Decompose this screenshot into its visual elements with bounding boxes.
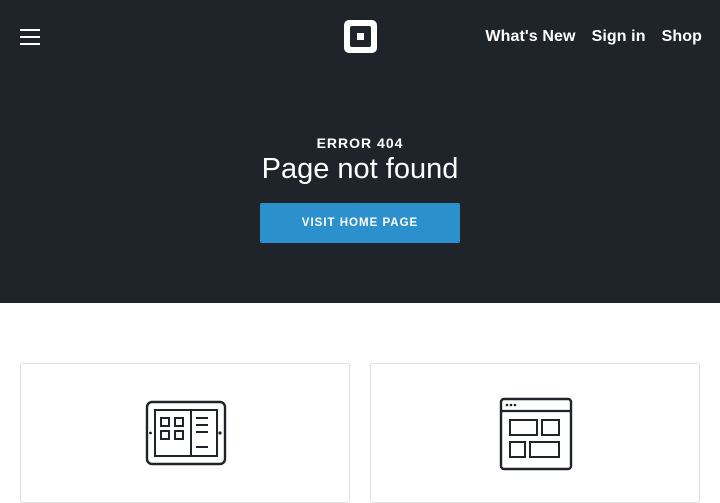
card-website[interactable]: [370, 363, 700, 503]
website-layout-icon: [499, 397, 573, 471]
square-logo[interactable]: [344, 20, 377, 53]
card-register[interactable]: [20, 363, 350, 503]
hero-section: What's New Sign in Shop ERROR 404 Page n…: [0, 0, 720, 303]
top-nav: What's New Sign in Shop: [485, 26, 702, 48]
nav-link-shop[interactable]: Shop: [662, 26, 702, 48]
nav-link-sign-in[interactable]: Sign in: [592, 26, 646, 48]
hamburger-menu-icon[interactable]: [20, 27, 40, 45]
page-title: Page not found: [261, 153, 459, 185]
register-hardware-icon: [145, 400, 227, 466]
visit-home-page-button[interactable]: VISIT HOME PAGE: [260, 203, 460, 243]
nav-link-whats-new[interactable]: What's New: [485, 26, 575, 48]
